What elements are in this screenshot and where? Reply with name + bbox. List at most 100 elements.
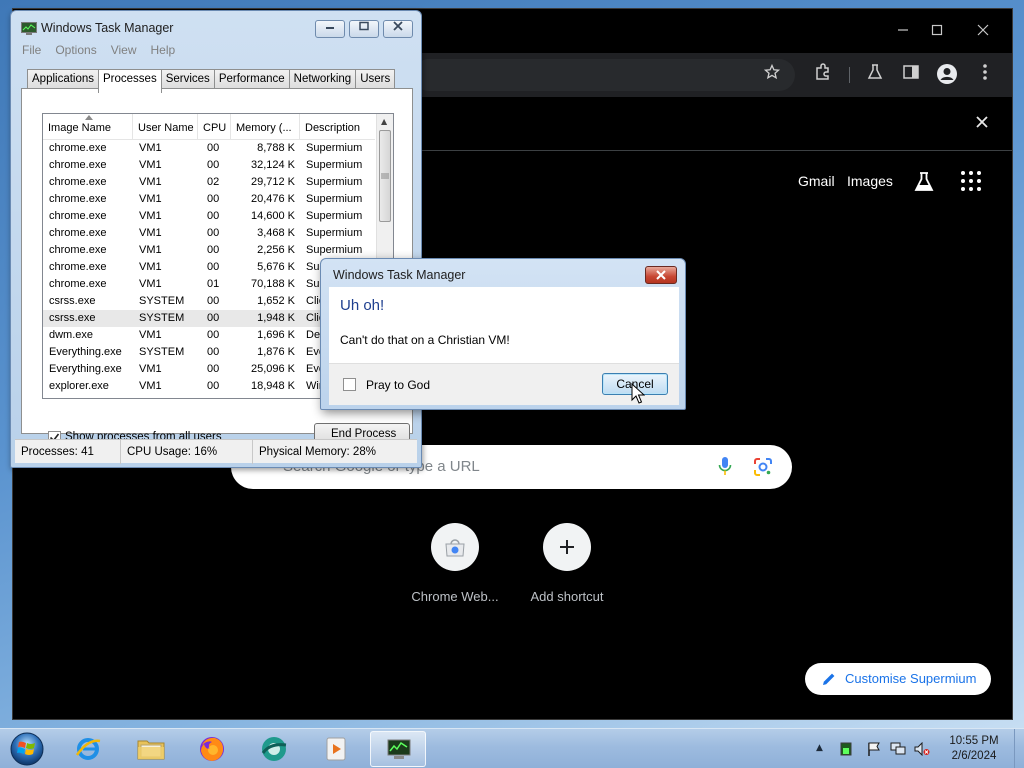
supermium-icon <box>261 737 287 761</box>
taskbar-file-explorer[interactable] <box>122 731 178 767</box>
dialog-heading: Uh oh! <box>340 297 385 314</box>
cell-mem: 70,188 K <box>250 278 295 290</box>
column-header-user-name[interactable]: User Name <box>133 114 198 140</box>
cell-name: chrome.exe <box>49 261 107 273</box>
cell-cpu: 00 <box>207 193 220 205</box>
start-orb-icon[interactable] <box>8 731 46 767</box>
column-header-memory[interactable]: Memory (... <box>231 114 300 140</box>
shortcut-chrome-web-store[interactable]: Chrome Web... <box>395 523 515 604</box>
customise-supermium-button[interactable]: Customise Supermium <box>805 663 991 695</box>
side-panel-icon[interactable] <box>899 63 923 87</box>
pencil-icon <box>823 673 835 685</box>
infobar-close-icon[interactable] <box>976 112 988 133</box>
cell-user: VM1 <box>139 363 162 375</box>
shortcut-add[interactable]: Add shortcut <box>507 523 627 604</box>
cell-mem: 32,124 K <box>250 159 295 171</box>
network-icon[interactable] <box>890 742 906 756</box>
cell-mem: 1,652 K <box>257 295 295 307</box>
maximize-button[interactable] <box>349 20 379 38</box>
table-row[interactable]: chrome.exe VM1 00 20,476 K Supermium <box>43 191 375 208</box>
column-header-description[interactable]: Description <box>300 114 375 140</box>
cell-mem: 14,600 K <box>250 210 295 222</box>
cell-name: Everything.exe <box>49 363 122 375</box>
tab-performance[interactable]: Performance <box>213 69 290 89</box>
cell-cpu: 01 <box>207 278 220 290</box>
taskbar-clock[interactable]: 10:55 PM 2/6/2024 <box>936 734 1012 764</box>
cell-user: VM1 <box>139 380 162 392</box>
shortcut-tile <box>431 523 479 571</box>
close-icon <box>977 24 989 36</box>
table-row[interactable]: chrome.exe VM1 02 29,712 K Supermium <box>43 174 375 191</box>
show-hidden-icons-arrow-icon[interactable]: ▲ <box>816 743 823 753</box>
taskbar-media-player[interactable] <box>308 731 364 767</box>
gmail-link[interactable]: Gmail <box>798 173 835 189</box>
tab-applications[interactable]: Applications <box>27 69 100 89</box>
tab-users[interactable]: Users <box>355 69 396 89</box>
cell-desc: Supermium <box>306 210 363 222</box>
browser-menu-icon[interactable] <box>973 63 997 87</box>
tab-networking[interactable]: Networking <box>288 69 357 89</box>
tray-task-manager-icon[interactable] <box>838 742 854 756</box>
scroll-up-arrow-icon[interactable]: ▲ <box>381 117 387 126</box>
menu-file[interactable]: File <box>15 41 48 59</box>
cell-mem: 8,788 K <box>257 142 295 154</box>
table-row[interactable]: chrome.exe VM1 00 2,256 K Supermium <box>43 242 375 259</box>
cell-desc: Supermium <box>306 176 363 188</box>
dialog-close-button[interactable] <box>645 266 677 284</box>
google-apps-icon[interactable] <box>961 171 981 191</box>
scrollbar-thumb[interactable] <box>379 130 391 222</box>
table-row[interactable]: chrome.exe VM1 00 14,600 K Supermium <box>43 208 375 225</box>
cell-mem: 5,676 K <box>257 261 295 273</box>
column-header-cpu[interactable]: CPU <box>198 114 231 140</box>
cell-mem: 18,948 K <box>250 380 295 392</box>
cell-mem: 20,476 K <box>250 193 295 205</box>
pray-to-god-checkbox[interactable] <box>343 378 356 391</box>
dialog-title: Windows Task Manager <box>333 268 466 282</box>
cell-user: VM1 <box>139 193 162 205</box>
browser-maximize-button[interactable] <box>917 17 957 45</box>
google-lens-icon[interactable] <box>753 457 773 477</box>
show-desktop-button[interactable] <box>1014 729 1024 768</box>
tab-services[interactable]: Services <box>160 69 215 89</box>
status-cpu-usage: CPU Usage: 16% <box>121 440 253 464</box>
minimize-button[interactable] <box>315 20 345 38</box>
cell-name: chrome.exe <box>49 142 107 154</box>
status-processes: Processes: 41 <box>15 440 121 464</box>
browser-close-button[interactable] <box>963 17 1003 45</box>
action-center-flag-icon[interactable] <box>866 742 882 756</box>
taskbar-supermium[interactable] <box>246 731 302 767</box>
profile-avatar-icon[interactable] <box>935 63 959 87</box>
pray-to-god-label[interactable]: Pray to God <box>366 378 430 392</box>
column-header-image-name[interactable]: Image Name <box>43 114 133 140</box>
taskbar-firefox[interactable] <box>184 731 240 767</box>
address-bar[interactable] <box>413 59 795 91</box>
cell-user: SYSTEM <box>139 312 185 324</box>
taskbar-task-manager[interactable] <box>370 731 426 767</box>
cell-user: VM1 <box>139 261 162 273</box>
cell-mem: 3,468 K <box>257 227 295 239</box>
table-row[interactable]: chrome.exe VM1 00 3,468 K Supermium <box>43 225 375 242</box>
minimize-icon <box>326 27 334 29</box>
menu-view[interactable]: View <box>104 41 144 59</box>
close-button[interactable] <box>383 20 413 38</box>
table-row[interactable]: chrome.exe VM1 00 32,124 K Supermium <box>43 157 375 174</box>
bookmark-star-icon[interactable] <box>760 63 784 87</box>
cell-user: VM1 <box>139 142 162 154</box>
cell-cpu: 00 <box>207 142 220 154</box>
close-icon <box>656 270 666 280</box>
cell-name: chrome.exe <box>49 193 107 205</box>
table-row[interactable]: chrome.exe VM1 00 8,788 K Supermium <box>43 140 375 157</box>
images-link[interactable]: Images <box>847 173 893 189</box>
menu-options[interactable]: Options <box>48 41 103 59</box>
close-icon <box>393 21 403 31</box>
taskbar: ▲ 10:55 PM 2/6/2024 <box>0 728 1024 768</box>
taskbar-internet-explorer[interactable] <box>60 731 116 767</box>
labs-flask-icon[interactable] <box>863 63 887 87</box>
extensions-puzzle-icon[interactable] <box>811 63 835 87</box>
ntp-labs-flask-icon[interactable] <box>913 171 935 198</box>
volume-muted-icon[interactable] <box>914 742 930 756</box>
voice-search-mic-icon[interactable] <box>718 456 732 476</box>
menu-help[interactable]: Help <box>144 41 183 59</box>
cell-name: dwm.exe <box>49 329 94 341</box>
tab-processes[interactable]: Processes <box>98 69 162 93</box>
